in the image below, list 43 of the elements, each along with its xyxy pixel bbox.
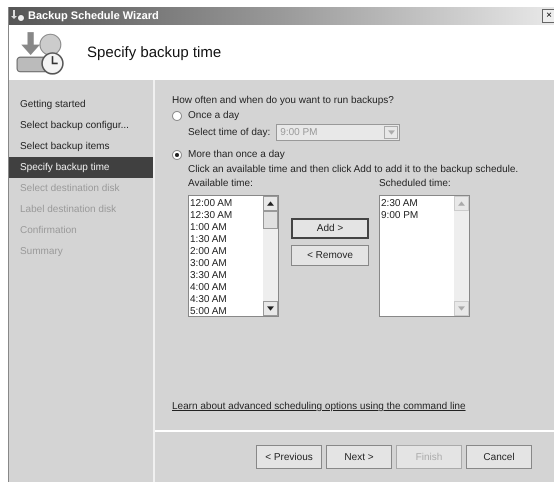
command-line-link[interactable]: Learn about advanced scheduling options using the command line (172, 401, 466, 412)
list-item[interactable]: 9:00 PM (380, 210, 454, 222)
backup-clock-drawing (15, 30, 65, 76)
radio-button[interactable] (172, 110, 182, 120)
backup-icon (11, 10, 25, 22)
list-item[interactable]: 2:00 AM (189, 246, 263, 258)
window-title: Backup Schedule Wizard (28, 10, 160, 22)
time-of-day-label: Select time of day: (188, 127, 270, 138)
list-item[interactable]: 3:00 AM (189, 258, 263, 270)
step-item[interactable]: Select backup items (9, 136, 153, 157)
add-button[interactable]: Add > (291, 218, 369, 239)
scroll-thumb[interactable] (263, 211, 278, 229)
list-item[interactable]: 1:30 AM (189, 234, 263, 246)
step-item[interactable]: Specify backup time (9, 157, 153, 178)
list-item[interactable]: 12:30 AM (189, 210, 263, 222)
list-label: Available time: (188, 178, 254, 189)
remove-button[interactable]: < Remove (291, 245, 369, 266)
wizard-button[interactable]: Cancel (466, 445, 532, 469)
list-item[interactable]: 4:00 AM (189, 282, 263, 294)
list-item[interactable]: 1:00 AM (189, 222, 263, 234)
list-item[interactable]: 3:30 AM (189, 270, 263, 282)
radio-label: More than once a day (188, 149, 285, 160)
wizard-button[interactable]: < Previous (256, 445, 322, 469)
page-heading: Specify backup time (87, 44, 222, 61)
scheduled-time-list[interactable]: 2:30 AM 9:00 PM (379, 195, 470, 317)
scrollbar[interactable] (263, 196, 278, 316)
dropdown-arrow-icon (388, 130, 395, 135)
instruction-text: Click an available time and then click Add to add it to the backup schedule. (188, 164, 520, 175)
list-label: Scheduled time: (379, 178, 452, 189)
step-item[interactable]: Getting started (9, 94, 153, 115)
wizard-button[interactable]: Next > (326, 445, 392, 469)
list-item[interactable]: 5:00 AM (189, 306, 263, 318)
step-item[interactable]: Select backup configur... (9, 115, 153, 136)
question-text: How often and when do you want to run backups? (172, 95, 395, 106)
radio-button[interactable] (172, 150, 182, 160)
list-item[interactable]: 4:30 AM (189, 294, 263, 306)
scroll-up-icon[interactable] (267, 201, 274, 206)
list-item[interactable]: 2:30 AM (380, 198, 454, 210)
scroll-down-icon[interactable] (267, 306, 274, 311)
radio-label: Once a day (188, 110, 240, 121)
available-time-list[interactable]: 12:00 AM 12:30 AM 1:00 AM 1:30 AM 2:00 AM 3:00 AM 3:30 AM 4:00 AM 4:30 AM 5:00 AM (188, 195, 279, 317)
list-item[interactable]: 12:00 AM (189, 198, 263, 210)
close-button[interactable]: × (542, 9, 554, 23)
